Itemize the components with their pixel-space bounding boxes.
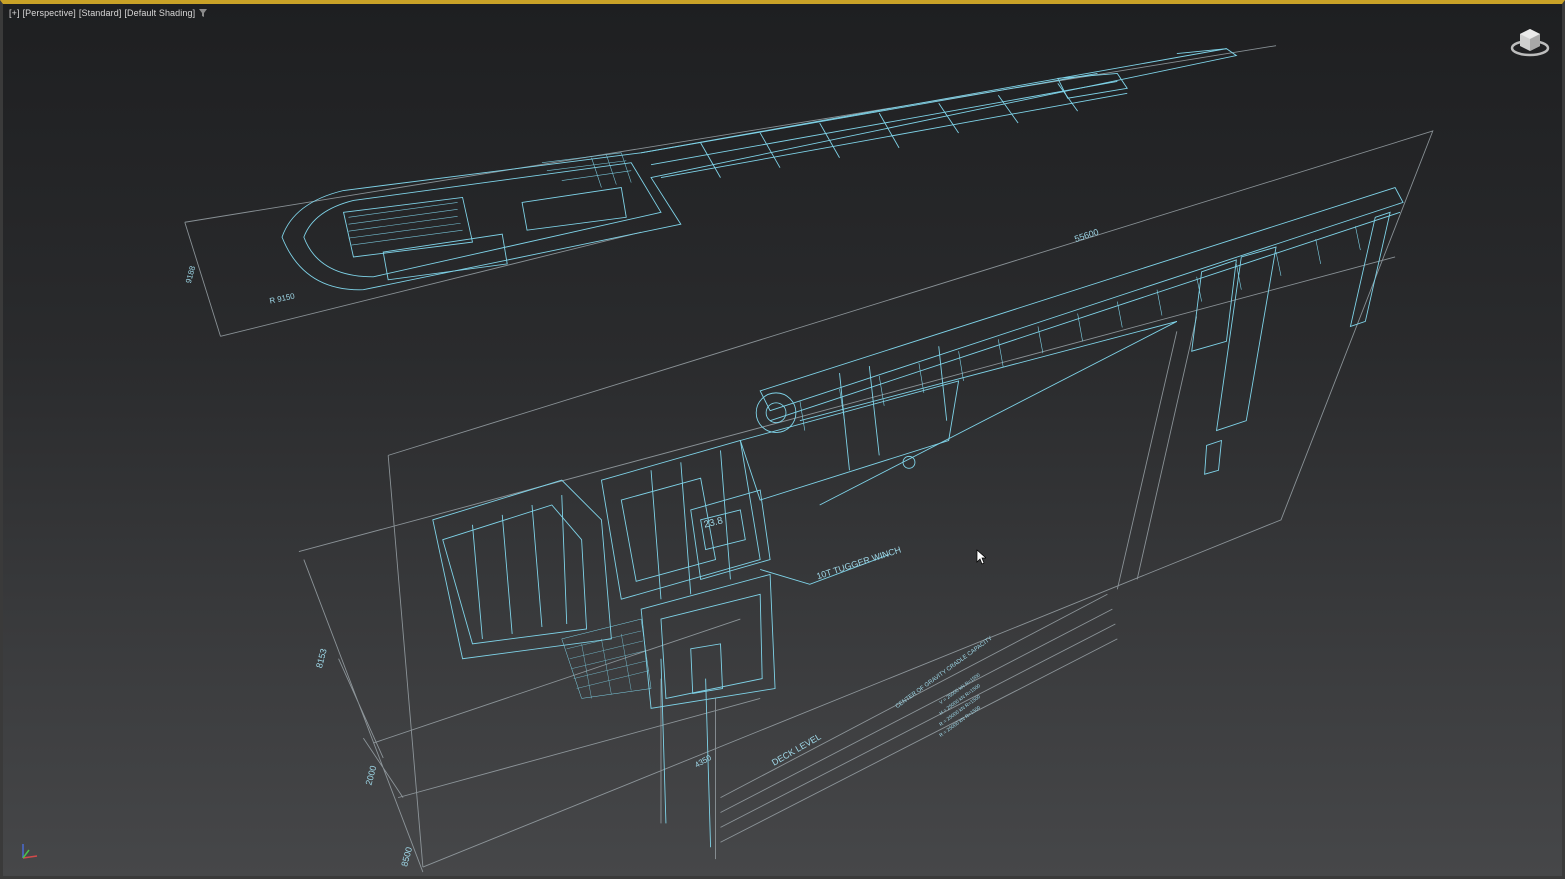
mouse-cursor-icon [976, 549, 986, 565]
blueprint-scene: 55600 R 9150 9188 10T TUGGER WINCH 23.8 … [184, 45, 1434, 873]
deck-level-label: DECK LEVEL [770, 731, 823, 767]
height-dimension-2: 2000 [364, 764, 379, 786]
bottom-dimension: 4350 [693, 753, 713, 770]
perspective-viewport[interactable]: [+] [Perspective] [Standard] [Default Sh… [0, 0, 1565, 879]
height-dimension-1: 8153 [314, 647, 329, 669]
top-view-frame [184, 45, 1277, 337]
viewcube-icon[interactable] [1508, 20, 1552, 60]
top-dimension-length: 55600 [1073, 227, 1100, 244]
tugger-winch-label: 10T TUGGER WINCH [815, 545, 902, 582]
side-view-frame [388, 130, 1434, 868]
top-side-dimension: 9188 [184, 264, 197, 284]
axis-tripod-icon [22, 844, 38, 859]
section-label: 23.8 [703, 515, 725, 530]
top-view-drawing [281, 48, 1238, 291]
top-radius-label: R 9150 [269, 291, 296, 305]
height-dimension-3: 8500 [399, 846, 414, 868]
